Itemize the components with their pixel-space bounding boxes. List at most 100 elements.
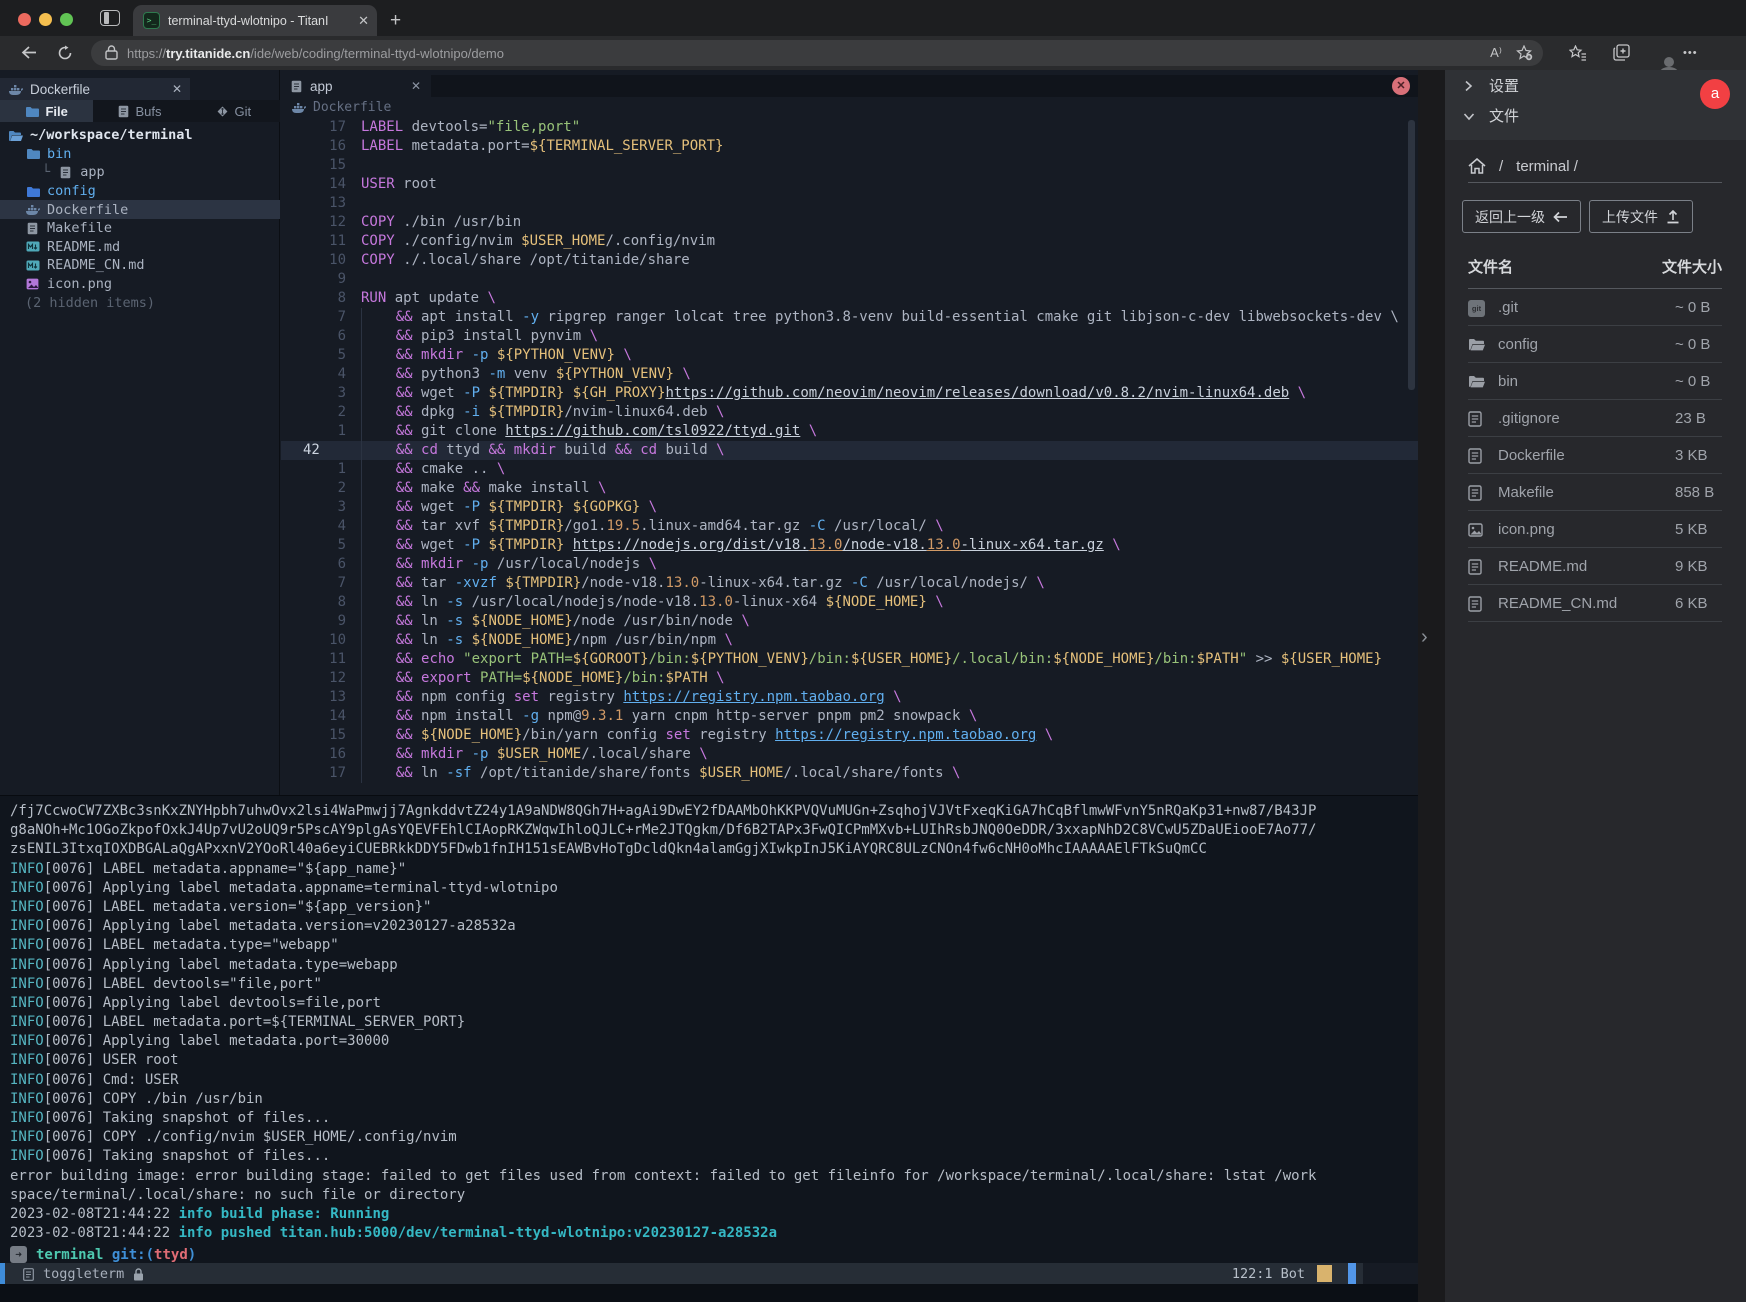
refresh-icon[interactable] <box>57 44 73 62</box>
sidebar-tab-file[interactable]: File <box>0 100 93 122</box>
line-number: 17 <box>281 118 361 137</box>
divider-line <box>1468 182 1722 183</box>
file-row-icon-png[interactable]: icon.png5 KB <box>1468 511 1722 548</box>
line-number: 1 <box>281 460 361 479</box>
url-field[interactable]: https://try.titanide.cn/ide/web/coding/t… <box>91 40 1543 66</box>
file-explorer-sidebar: Dockerfile ✕ FileBufsGit ~/workspace/ter… <box>0 70 280 795</box>
collapse-panel-icon[interactable]: › <box>1421 626 1428 649</box>
sidebar-tab-close-icon[interactable]: ✕ <box>172 82 182 96</box>
file-row-dockerfile[interactable]: Dockerfile3 KB <box>1468 437 1722 474</box>
collections-icon[interactable] <box>1613 44 1631 62</box>
line-number: 12 <box>281 213 361 232</box>
code-line: 3 && wget -P ${TMPDIR} ${GOPKG} \ <box>281 498 1418 517</box>
file-row-readme-md[interactable]: README.md9 KB <box>1468 548 1722 585</box>
sidebar-buffer-tab[interactable]: Dockerfile ✕ <box>0 78 190 100</box>
line-number: 6 <box>281 327 361 346</box>
line-number: 3 <box>281 384 361 403</box>
user-avatar-badge[interactable]: a <box>1700 79 1730 109</box>
browser-tab[interactable]: >_ terminal-ttyd-wlotnipo - TitanI ✕ <box>133 5 377 36</box>
code-line: 2 && make && make install \ <box>281 479 1418 498</box>
line-number: 2 <box>281 403 361 422</box>
tree-item-config[interactable]: config <box>0 182 280 201</box>
code-line: 16LABEL metadata.port=${TERMINAL_SERVER_… <box>281 137 1418 156</box>
file-row--gitignore[interactable]: .gitignore23 B <box>1468 400 1722 437</box>
browser-sidebar-icon[interactable] <box>100 10 120 26</box>
panel-divider[interactable]: › <box>1418 70 1445 1302</box>
panel-close-button[interactable]: ✕ <box>1392 77 1410 95</box>
browser-menu-icon[interactable]: ••• <box>1683 47 1698 59</box>
terminal-line: INFO[0076] Applying label devtools=file,… <box>0 994 1418 1013</box>
shell-prompt: ➜ terminal git:(ttyd) <box>10 1245 196 1264</box>
file-name: Dockerfile <box>1498 447 1565 464</box>
tree-item-readme-md[interactable]: README.md <box>0 238 280 257</box>
md-icon <box>25 239 40 255</box>
tree-item-bin[interactable]: bin <box>0 145 280 164</box>
code-line: 7 && apt install -y ripgrep ranger lolca… <box>281 308 1418 327</box>
document-icon <box>1468 557 1482 574</box>
code-line: 14 && npm install -g npm@9.3.1 yarn cnpm… <box>281 707 1418 726</box>
terminal-line: zsENIL3ItxqIOXDBGALaQgAPxxnV2YOoRl40a6ey… <box>0 840 1418 859</box>
tree-item-makefile[interactable]: Makefile <box>0 219 280 238</box>
sidebar-tab-bufs[interactable]: Bufs <box>93 100 186 122</box>
back-icon[interactable] <box>20 44 37 62</box>
editor-tab-app[interactable]: app ✕ <box>281 75 431 97</box>
image-icon <box>1468 521 1483 538</box>
terminal-line: space/terminal/.local/share: no such fil… <box>0 1186 1418 1205</box>
file-row-readme-cn-md[interactable]: README_CN.md6 KB <box>1468 585 1722 622</box>
terminal-panel[interactable]: /fj7CcwoCW7ZXBc3snKxZNYHpbh7uhwOvx2lsi4W… <box>0 795 1418 1263</box>
code-line: 8RUN apt update \ <box>281 289 1418 308</box>
file-row--git[interactable]: git.git~ 0 B <box>1468 289 1722 326</box>
read-aloud-icon[interactable]: A⁾ <box>1490 45 1502 61</box>
editor-tab-close-icon[interactable]: ✕ <box>411 79 421 93</box>
file-name: README.md <box>1498 558 1587 575</box>
go-up-button[interactable]: 返回上一级 <box>1462 200 1581 233</box>
favorites-icon[interactable] <box>1569 44 1587 62</box>
line-number: 15 <box>281 726 361 745</box>
editor-scrollbar[interactable] <box>1408 120 1415 390</box>
terminal-line: INFO[0076] LABEL devtools="file,port" <box>0 975 1418 994</box>
file-row-makefile[interactable]: Makefile858 B <box>1468 474 1722 511</box>
file-size: ~ 0 B <box>1675 373 1710 390</box>
statusline-blue-indicator <box>1348 1263 1356 1284</box>
code-line: 16 && mkdir -p $USER_HOME/.local/share \ <box>281 745 1418 764</box>
breadcrumb-path[interactable]: terminal / <box>1516 158 1578 175</box>
tree-item--workspace-terminal[interactable]: ~/workspace/terminal <box>0 126 280 145</box>
breadcrumb-filename: Dockerfile <box>313 100 391 115</box>
upload-file-button[interactable]: 上传文件 <box>1589 200 1693 233</box>
tab-close-icon[interactable]: ✕ <box>358 13 369 29</box>
code-line: 3 && wget -P ${TMPDIR} ${GH_PROXY}https:… <box>281 384 1418 403</box>
terminal-line: 2023-02-08T21:44:22 info pushed titan.hu… <box>0 1224 1418 1243</box>
tree-item--2-hidden-items-[interactable]: (2 hidden items) <box>0 293 280 312</box>
new-tab-button[interactable]: + <box>390 10 401 32</box>
git-badge-icon: git <box>1468 300 1485 317</box>
close-window-button[interactable] <box>18 13 31 26</box>
tree-item-icon-png[interactable]: icon.png <box>0 275 280 294</box>
file-icon <box>58 164 73 180</box>
home-icon[interactable] <box>1468 155 1486 177</box>
file-row-bin[interactable]: bin~ 0 B <box>1468 363 1722 400</box>
code-area[interactable]: 17LABEL devtools="file,port"16LABEL meta… <box>281 118 1418 783</box>
terminal-line: INFO[0076] LABEL metadata.appname="${app… <box>0 860 1418 879</box>
arrow-left-icon <box>1553 211 1568 223</box>
file-name: .git <box>1498 299 1518 316</box>
browser-address-bar: https://try.titanide.cn/ide/web/coding/t… <box>0 36 1746 70</box>
sidebar-tab-git[interactable]: Git <box>187 100 280 122</box>
file-table-header: 文件名 文件大小 <box>1468 256 1722 277</box>
browser-titlebar: >_ terminal-ttyd-wlotnipo - TitanI ✕ + <box>0 0 1746 36</box>
tree-item-app[interactable]: └ app <box>0 163 280 182</box>
tree-item-readme-cn-md[interactable]: README_CN.md <box>0 256 280 275</box>
tree-item-dockerfile[interactable]: Dockerfile <box>0 200 280 219</box>
section-files[interactable]: 文件 <box>1445 100 1746 130</box>
terminal-line: INFO[0076] Taking snapshot of files... <box>0 1147 1418 1166</box>
maximize-window-button[interactable] <box>60 13 73 26</box>
add-favorite-icon[interactable] <box>1516 44 1533 62</box>
line-number: 11 <box>281 650 361 669</box>
upload-icon <box>1666 210 1680 224</box>
file-row-config[interactable]: config~ 0 B <box>1468 326 1722 363</box>
line-number: 2 <box>281 479 361 498</box>
file-name: README_CN.md <box>1498 595 1617 612</box>
file-tree: ~/workspace/terminalbin└ appconfigDocker… <box>0 126 280 312</box>
minimize-window-button[interactable] <box>39 13 52 26</box>
chevron-right-icon <box>1463 78 1475 93</box>
code-line: 1 && git clone https://github.com/tsl092… <box>281 422 1418 441</box>
